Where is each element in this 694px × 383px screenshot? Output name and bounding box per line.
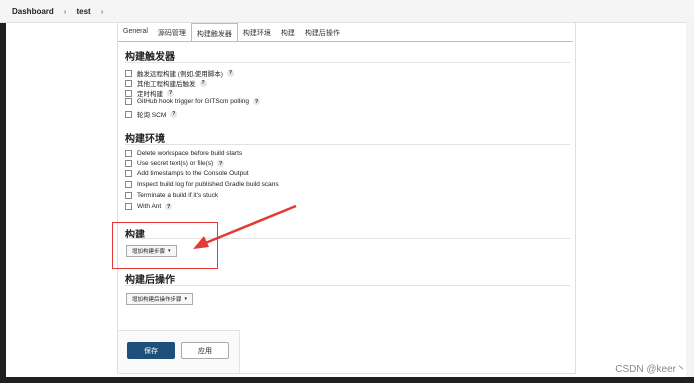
checkbox[interactable] bbox=[125, 181, 132, 188]
tab-build-triggers[interactable]: 构建触发器 bbox=[190, 23, 238, 41]
chevron-right-icon: › bbox=[63, 6, 67, 16]
section-title-post-build: 构建后操作 bbox=[125, 275, 175, 286]
env-secret-text[interactable]: Use secret text(s) or file(s) ? bbox=[125, 160, 225, 167]
section-divider bbox=[125, 144, 570, 145]
tab-divider bbox=[118, 41, 573, 42]
checkbox[interactable] bbox=[125, 110, 132, 118]
option-label: 其他工程构建后触发 bbox=[137, 81, 196, 88]
checkbox[interactable] bbox=[125, 150, 132, 157]
annotation-highlight-box bbox=[112, 222, 218, 269]
env-delete-workspace[interactable]: Delete workspace before build starts bbox=[125, 150, 242, 157]
help-icon[interactable]: ? bbox=[199, 79, 207, 87]
option-label: With Ant bbox=[137, 203, 162, 210]
env-gradle-scans[interactable]: Inspect build log for published Gradle b… bbox=[125, 181, 279, 188]
window-edge bbox=[0, 377, 694, 383]
help-icon[interactable]: ? bbox=[226, 69, 234, 77]
checkbox[interactable] bbox=[125, 89, 132, 97]
trigger-github-hook[interactable]: GitHub hook trigger for GITScm polling ? bbox=[125, 98, 260, 105]
env-timestamps[interactable]: Add timestamps to the Console Output bbox=[125, 170, 249, 177]
checkbox[interactable] bbox=[125, 69, 132, 77]
help-icon[interactable]: ? bbox=[165, 203, 173, 210]
trigger-upstream[interactable]: 其他工程构建后触发 ? bbox=[125, 78, 207, 88]
section-title-triggers: 构建触发器 bbox=[125, 52, 175, 63]
trigger-poll-scm[interactable]: 轮询 SCM ? bbox=[125, 109, 178, 119]
button-label: 增加构建后操作步骤 bbox=[132, 297, 182, 303]
apply-button[interactable]: 应用 bbox=[181, 342, 229, 359]
trigger-periodic[interactable]: 定时构建 ? bbox=[125, 88, 174, 98]
trigger-remote[interactable]: 触发远程构建 (例如,使用脚本) ? bbox=[125, 68, 234, 78]
add-post-build-step-button[interactable]: 增加构建后操作步骤 ▾ bbox=[126, 293, 194, 305]
option-label: GitHub hook trigger for GITScm polling bbox=[137, 98, 249, 105]
help-icon[interactable]: ? bbox=[170, 110, 178, 118]
env-terminate-stuck[interactable]: Terminate a build if it's stuck bbox=[125, 192, 218, 199]
checkbox[interactable] bbox=[125, 192, 132, 199]
config-tabs: General 源码管理 构建触发器 构建环境 构建 构建后操作 bbox=[118, 23, 345, 41]
breadcrumb-bar: Dashboard › test › bbox=[0, 0, 694, 23]
save-button[interactable]: 保存 bbox=[127, 342, 175, 359]
checkbox[interactable] bbox=[125, 170, 132, 177]
tab-build-environment[interactable]: 构建环境 bbox=[238, 23, 276, 41]
csdn-credit: CSDN @keer丶 bbox=[615, 364, 686, 375]
caret-down-icon: ▾ bbox=[184, 296, 188, 302]
option-label: Add timestamps to the Console Output bbox=[137, 170, 249, 177]
option-label: Terminate a build if it's stuck bbox=[137, 192, 219, 199]
tab-post-build[interactable]: 构建后操作 bbox=[300, 23, 345, 41]
option-label: Inspect build log for published Gradle b… bbox=[137, 181, 279, 188]
option-label: Use secret text(s) or file(s) bbox=[137, 160, 214, 167]
checkbox[interactable] bbox=[125, 160, 132, 167]
tab-build[interactable]: 构建 bbox=[276, 23, 300, 41]
section-divider bbox=[125, 62, 570, 63]
breadcrumb-dashboard[interactable]: Dashboard bbox=[12, 7, 54, 16]
option-label: 轮询 SCM bbox=[137, 112, 167, 119]
help-icon[interactable]: ? bbox=[253, 98, 260, 105]
option-label: 触发远程构建 (例如,使用脚本) bbox=[137, 71, 223, 78]
section-divider bbox=[125, 285, 570, 286]
checkbox[interactable] bbox=[125, 98, 132, 105]
breadcrumb-job[interactable]: test bbox=[76, 7, 90, 16]
checkbox[interactable] bbox=[125, 203, 132, 210]
chevron-right-icon[interactable]: › bbox=[101, 7, 104, 16]
option-label: Delete workspace before build starts bbox=[137, 150, 243, 157]
tab-general[interactable]: General bbox=[118, 23, 153, 41]
env-with-ant[interactable]: With Ant ? bbox=[125, 203, 173, 210]
section-title-environment: 构建环境 bbox=[125, 134, 165, 145]
help-icon[interactable]: ? bbox=[167, 89, 174, 97]
help-icon[interactable]: ? bbox=[217, 160, 225, 167]
tab-scm[interactable]: 源码管理 bbox=[153, 23, 191, 41]
config-panel: General 源码管理 构建触发器 构建环境 构建 构建后操作 构建触发器 触… bbox=[117, 22, 576, 374]
scrollbar[interactable] bbox=[686, 22, 694, 383]
option-label: 定时构建 bbox=[137, 91, 163, 98]
checkbox[interactable] bbox=[125, 79, 132, 87]
window-edge bbox=[0, 23, 6, 383]
